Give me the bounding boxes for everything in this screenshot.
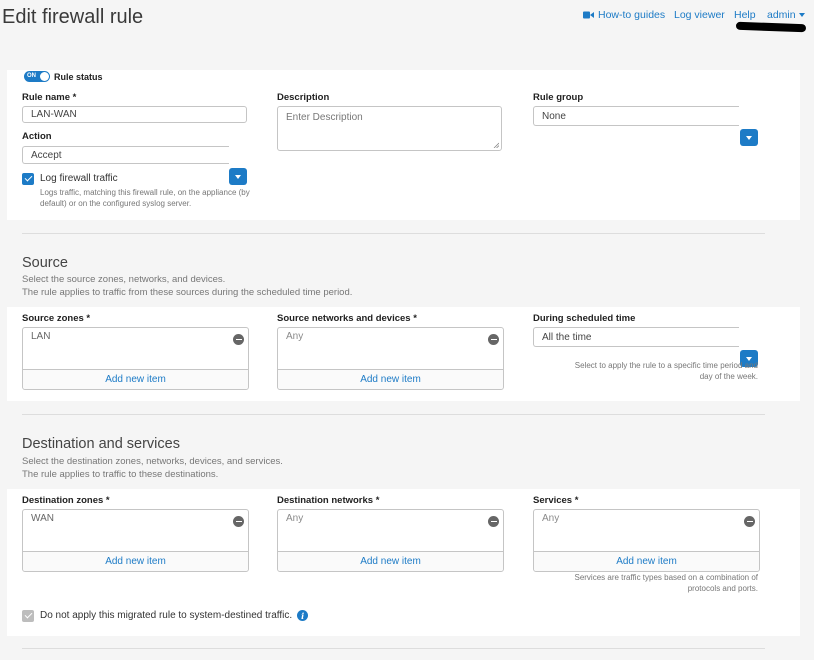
admin-label: admin bbox=[767, 9, 796, 21]
migrated-rule-label: Do not apply this migrated rule to syste… bbox=[40, 610, 293, 621]
source-desc-2: The rule applies to traffic from these s… bbox=[22, 287, 353, 298]
help-link[interactable]: Help bbox=[734, 9, 756, 21]
divider bbox=[22, 414, 765, 415]
source-zones-list[interactable]: LAN Add new item bbox=[22, 327, 249, 390]
destination-zone-item: WAN bbox=[31, 513, 54, 524]
services-hint: Services are traffic types based on a co… bbox=[574, 573, 758, 593]
howto-guides-label: How-to guides bbox=[598, 9, 666, 21]
source-networks-list[interactable]: Any Add new item bbox=[277, 327, 504, 390]
divider bbox=[22, 648, 765, 649]
log-traffic-label: Log firewall traffic bbox=[40, 173, 118, 184]
add-destination-zone-button[interactable]: Add new item bbox=[23, 551, 248, 571]
source-zone-item: LAN bbox=[31, 331, 51, 342]
add-source-zone-button[interactable]: Add new item bbox=[23, 369, 248, 389]
redaction-bar bbox=[735, 21, 807, 33]
log-traffic-checkbox[interactable] bbox=[22, 173, 34, 185]
log-viewer-link[interactable]: Log viewer bbox=[674, 9, 725, 21]
rule-name-label: Rule name * bbox=[22, 92, 77, 103]
rule-status-label: Rule status bbox=[54, 71, 103, 82]
add-source-network-button[interactable]: Add new item bbox=[278, 369, 503, 389]
source-zones-label: Source zones * bbox=[22, 313, 91, 324]
toggle-knob bbox=[40, 72, 49, 81]
source-network-item: Any bbox=[286, 331, 304, 342]
rule-group-dropdown-button[interactable] bbox=[740, 129, 758, 146]
destination-zones-list[interactable]: WAN Add new item bbox=[22, 509, 249, 572]
page-title: Edit firewall rule bbox=[2, 6, 144, 28]
migrated-rule-checkbox[interactable] bbox=[22, 610, 34, 622]
destination-network-item: Any bbox=[286, 513, 304, 524]
destination-networks-list[interactable]: Any Add new item bbox=[277, 509, 504, 572]
admin-menu[interactable]: admin bbox=[767, 9, 805, 21]
howto-guides-link[interactable]: How-to guides bbox=[583, 9, 665, 21]
info-icon[interactable]: i bbox=[297, 610, 309, 621]
caret-down-icon bbox=[798, 13, 805, 17]
remove-item-icon[interactable] bbox=[488, 516, 499, 527]
services-label: Services * bbox=[533, 495, 579, 506]
video-camera-icon bbox=[583, 11, 594, 19]
add-service-button[interactable]: Add new item bbox=[534, 551, 759, 571]
action-label: Action bbox=[22, 131, 52, 142]
rule-group-label: Rule group bbox=[533, 92, 584, 103]
description-placeholder: Enter Description bbox=[286, 112, 363, 123]
destination-desc-1: Select the destination zones, networks, … bbox=[22, 456, 283, 467]
schedule-hint: Select to apply the rule to a specific t… bbox=[574, 361, 758, 381]
toggle-state-text: ON bbox=[27, 73, 36, 79]
rule-status-row: ON Rule status bbox=[24, 71, 103, 82]
rule-group-select[interactable]: None bbox=[533, 106, 739, 126]
remove-item-icon[interactable] bbox=[488, 334, 499, 345]
migrated-rule-row: Do not apply this migrated rule to syste… bbox=[40, 610, 309, 621]
source-title: Source bbox=[22, 255, 68, 271]
resize-grip-icon bbox=[493, 142, 499, 148]
divider bbox=[22, 233, 765, 234]
add-destination-network-button[interactable]: Add new item bbox=[278, 551, 503, 571]
destination-networks-label: Destination networks * bbox=[277, 495, 380, 506]
rule-status-toggle[interactable]: ON bbox=[24, 71, 50, 82]
description-label: Description bbox=[277, 92, 330, 103]
description-textarea[interactable]: Enter Description bbox=[277, 106, 502, 151]
remove-item-icon[interactable] bbox=[744, 516, 755, 527]
services-list[interactable]: Any Add new item bbox=[533, 509, 760, 572]
action-select[interactable]: Accept bbox=[22, 146, 229, 164]
destination-zones-label: Destination zones * bbox=[22, 495, 110, 506]
remove-item-icon[interactable] bbox=[233, 334, 244, 345]
destination-desc-2: The rule applies to traffic to these des… bbox=[22, 469, 219, 480]
remove-item-icon[interactable] bbox=[233, 516, 244, 527]
service-item: Any bbox=[542, 513, 560, 524]
source-networks-label: Source networks and devices * bbox=[277, 313, 417, 324]
destination-title: Destination and services bbox=[22, 436, 180, 452]
source-desc-1: Select the source zones, networks, and d… bbox=[22, 274, 226, 285]
action-dropdown-button[interactable] bbox=[229, 168, 247, 185]
rule-name-input[interactable]: LAN-WAN bbox=[22, 106, 247, 123]
schedule-label: During scheduled time bbox=[533, 313, 636, 324]
log-traffic-hint: Logs traffic, matching this firewall rul… bbox=[40, 188, 250, 208]
schedule-select[interactable]: All the time bbox=[533, 327, 739, 347]
